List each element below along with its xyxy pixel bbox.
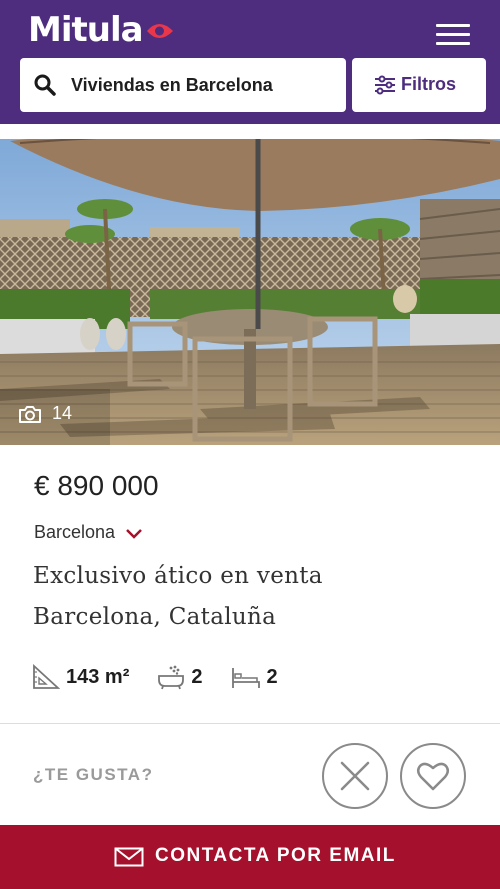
favorite-button[interactable]: [400, 743, 466, 809]
heart-icon: [417, 762, 449, 791]
sliders-icon: [375, 75, 395, 95]
contact-email-label: CONTACTA POR EMAIL: [155, 845, 396, 866]
photo-count-badge: 14: [18, 403, 72, 424]
listing-features: 143 m² 2 2: [32, 659, 306, 695]
filters-button[interactable]: Filtros: [352, 58, 486, 112]
photo-count: 14: [52, 403, 73, 423]
logo-mark-icon: [146, 24, 173, 38]
listing-price: € 890 000: [34, 470, 159, 501]
location-dropdown[interactable]: Barcelona: [34, 522, 143, 543]
filters-label: Filtros: [401, 74, 457, 94]
feature-bathrooms: 2: [157, 664, 203, 690]
listing-title-line2[interactable]: Barcelona, Cataluña: [33, 604, 276, 630]
area-value: 143 m²: [66, 665, 130, 688]
search-input[interactable]: Viviendas en Barcelona: [20, 58, 346, 112]
feature-bedrooms: 2: [231, 664, 278, 690]
like-prompt: ¿TE GUSTA?: [33, 765, 154, 784]
listing-photo[interactable]: [0, 139, 500, 445]
camera-icon: [19, 405, 41, 423]
dislike-button[interactable]: [322, 743, 388, 809]
contact-email-button[interactable]: CONTACTA POR EMAIL: [0, 825, 500, 889]
mitula-logo[interactable]: Mitula: [28, 10, 175, 50]
feature-area: 143 m²: [32, 664, 129, 690]
logo-text: Mitula: [28, 10, 144, 50]
divider: [0, 723, 500, 724]
chevron-down-icon: [126, 528, 142, 539]
listing-title-line1[interactable]: Exclusivo ático en venta: [33, 563, 323, 589]
terrace-photo: [0, 139, 500, 445]
bathrooms-value: 2: [191, 665, 203, 688]
area-icon: [33, 664, 60, 689]
search-query: Viviendas en Barcelona: [71, 75, 273, 95]
location-label: Barcelona: [34, 522, 116, 542]
close-icon: [340, 761, 370, 791]
hamburger-menu-icon[interactable]: [436, 22, 470, 46]
bathtub-icon: [158, 665, 185, 690]
envelope-icon: [114, 847, 144, 867]
app-header: Mitula Viviendas en Barcelona Filtros: [0, 0, 500, 124]
bed-icon: [231, 668, 260, 688]
search-icon: [34, 74, 56, 96]
bedrooms-value: 2: [266, 665, 278, 688]
